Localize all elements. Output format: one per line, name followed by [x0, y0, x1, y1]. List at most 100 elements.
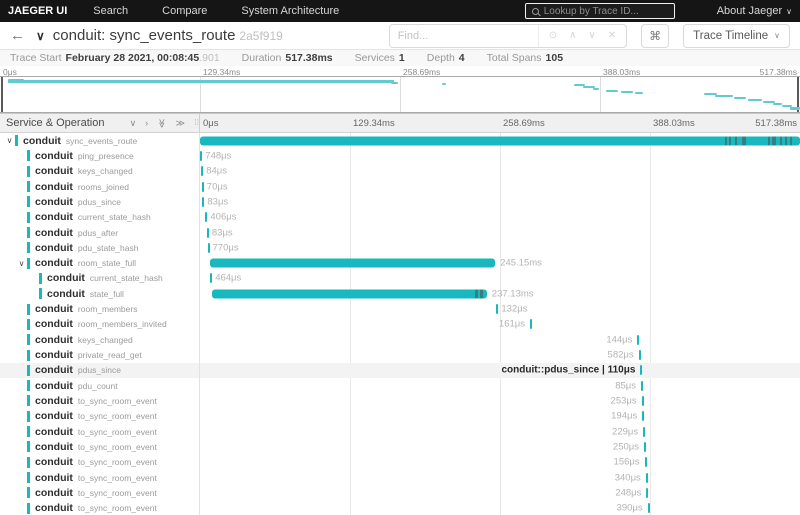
trace-minimap[interactable]: [0, 76, 800, 113]
span-timeline-cell[interactable]: 770μs: [200, 240, 800, 255]
span-name-cell[interactable]: ∨ conduit to_sync_room_event: [0, 500, 200, 515]
minimap-left-scrub-handle[interactable]: [1, 77, 3, 112]
span-timeline-cell[interactable]: 156μs: [200, 455, 800, 470]
span-bar[interactable]: [637, 334, 640, 345]
span-expander-chevron-icon[interactable]: ∨: [4, 136, 15, 145]
span-name-cell[interactable]: ∨ conduit to_sync_room_event: [0, 423, 200, 440]
span-timeline-cell[interactable]: conduit::pdus_since | 110μs: [200, 363, 800, 378]
nav-item-compare[interactable]: Compare: [162, 5, 207, 17]
span-bar[interactable]: [212, 289, 487, 299]
span-name-cell[interactable]: ∨ conduit pdus_since: [0, 194, 200, 210]
span-timeline-cell[interactable]: 84μs: [200, 164, 800, 179]
trace-id-search[interactable]: [524, 3, 675, 19]
span-bar[interactable]: [646, 487, 649, 498]
span-bar[interactable]: [643, 426, 646, 437]
trace-view-selector[interactable]: Trace Timeline ∨: [683, 23, 790, 48]
span-row[interactable]: ∨ conduit pdu_state_hash 770μs: [0, 240, 800, 256]
column-resize-grip[interactable]: ⁞⁞: [195, 118, 199, 127]
chevron-down-icon[interactable]: ∨: [588, 30, 595, 41]
span-bar[interactable]: [638, 350, 641, 361]
span-name-cell[interactable]: ∨ conduit room_members: [0, 301, 200, 317]
span-row[interactable]: ∨ conduit room_state_full 245.15ms: [0, 255, 800, 271]
span-name-cell[interactable]: ∨ conduit pdu_count: [0, 378, 200, 394]
span-name-cell[interactable]: ∨ conduit to_sync_room_event: [0, 408, 200, 424]
span-row[interactable]: ∨ conduit pdus_after 83μs: [0, 224, 800, 241]
span-timeline-cell[interactable]: 250μs: [200, 439, 800, 454]
span-name-cell[interactable]: ∨ conduit to_sync_room_event: [0, 485, 200, 501]
span-row[interactable]: ∨ conduit sync_events_route: [0, 133, 800, 149]
span-bar[interactable]: [645, 472, 648, 483]
span-row[interactable]: ∨ conduit room_members 132μs: [0, 301, 800, 317]
span-timeline-cell[interactable]: 748μs: [200, 148, 800, 163]
span-bar[interactable]: [206, 227, 209, 238]
span-bar[interactable]: [202, 196, 205, 207]
span-name-cell[interactable]: ∨ conduit pdus_after: [0, 224, 200, 241]
span-timeline-cell[interactable]: 83μs: [200, 194, 800, 209]
about-jaeger-menu[interactable]: About Jaeger ∨: [717, 5, 792, 17]
expand-one-icon[interactable]: ›: [145, 118, 148, 128]
span-bar[interactable]: [200, 136, 800, 146]
span-name-cell[interactable]: ∨ conduit to_sync_room_event: [0, 393, 200, 409]
span-bar[interactable]: [530, 319, 532, 330]
span-row[interactable]: ∨ conduit private_read_get 582μs: [0, 347, 800, 363]
span-name-cell[interactable]: ∨ conduit state_full: [0, 286, 200, 302]
span-row[interactable]: ∨ conduit to_sync_room_event 390μs: [0, 500, 800, 515]
span-name-cell[interactable]: ∨ conduit keys_changed: [0, 332, 200, 348]
span-row[interactable]: ∨ conduit to_sync_room_event 253μs: [0, 393, 800, 409]
span-timeline-cell[interactable]: 237.13ms: [200, 286, 800, 301]
span-name-cell[interactable]: ∨ conduit pdu_state_hash: [0, 240, 200, 256]
span-row[interactable]: ∨ conduit to_sync_room_event 229μs: [0, 423, 800, 440]
span-timeline-cell[interactable]: 464μs: [200, 271, 800, 286]
span-timeline-cell[interactable]: 85μs: [200, 378, 800, 393]
span-bar[interactable]: [642, 411, 645, 422]
span-name-cell[interactable]: ∨ conduit current_state_hash: [0, 270, 200, 287]
span-row[interactable]: ∨ conduit to_sync_room_event 248μs: [0, 485, 800, 501]
span-expander-chevron-icon[interactable]: ∨: [16, 259, 27, 268]
span-timeline-cell[interactable]: 132μs: [200, 301, 800, 316]
span-row[interactable]: ∨ conduit pdus_since 83μs: [0, 194, 800, 210]
span-row[interactable]: ∨ conduit to_sync_room_event 340μs: [0, 469, 800, 486]
span-row[interactable]: ∨ conduit keys_changed 84μs: [0, 163, 800, 179]
span-bar[interactable]: [205, 212, 208, 223]
span-row[interactable]: ∨ conduit keys_changed 144μs: [0, 332, 800, 348]
span-timeline-cell[interactable]: 582μs: [200, 347, 800, 362]
span-row[interactable]: ∨ conduit to_sync_room_event 156μs: [0, 454, 800, 470]
span-bar[interactable]: [201, 166, 204, 177]
span-name-cell[interactable]: ∨ conduit current_state_hash: [0, 209, 200, 225]
span-name-cell[interactable]: ∨ conduit private_read_get: [0, 347, 200, 363]
span-row[interactable]: ∨ conduit pdu_count 85μs: [0, 378, 800, 394]
span-name-cell[interactable]: ∨ conduit pdus_since: [0, 362, 200, 378]
span-row[interactable]: ∨ conduit state_full 237.13ms: [0, 286, 800, 302]
app-brand[interactable]: JAEGER UI: [8, 5, 67, 17]
span-timeline-cell[interactable]: 83μs: [200, 225, 800, 240]
match-target-icon[interactable]: ⊙: [549, 30, 557, 41]
span-row[interactable]: ∨ conduit to_sync_room_event 250μs: [0, 439, 800, 455]
span-bar[interactable]: [644, 457, 647, 468]
chevron-up-icon[interactable]: ∧: [569, 30, 576, 41]
collapse-trace-chevron-icon[interactable]: ∨: [36, 29, 45, 43]
span-row[interactable]: ∨ conduit to_sync_room_event 194μs: [0, 408, 800, 424]
nav-item-search[interactable]: Search: [93, 5, 128, 17]
span-row[interactable]: ∨ conduit pdus_since conduit::pdus_since…: [0, 362, 800, 378]
span-timeline-cell[interactable]: 144μs: [200, 332, 800, 347]
span-name-cell[interactable]: ∨ conduit to_sync_room_event: [0, 469, 200, 486]
span-row[interactable]: ∨ conduit ping_presence 748μs: [0, 148, 800, 164]
span-bar[interactable]: [200, 150, 203, 161]
back-arrow-icon[interactable]: ←: [10, 27, 28, 44]
span-row[interactable]: ∨ conduit room_members_invited 161μs: [0, 316, 800, 333]
span-timeline-cell[interactable]: 248μs: [200, 485, 800, 500]
span-bar[interactable]: [210, 273, 213, 284]
find-input[interactable]: [389, 24, 538, 47]
span-timeline-cell[interactable]: 161μs: [200, 317, 800, 332]
span-timeline-cell[interactable]: 245.15ms: [200, 256, 800, 271]
collapse-deep-icon[interactable]: ≫: [156, 118, 167, 127]
clear-icon[interactable]: ✕: [608, 30, 616, 41]
span-timeline-cell[interactable]: 390μs: [200, 501, 800, 515]
span-timeline-cell[interactable]: 70μs: [200, 179, 800, 194]
span-bar[interactable]: [641, 380, 643, 391]
span-bar[interactable]: [644, 441, 646, 452]
span-timeline-cell[interactable]: [200, 133, 800, 148]
span-bar[interactable]: [496, 304, 499, 315]
nav-item-system-architecture[interactable]: System Architecture: [241, 5, 339, 17]
span-timeline-cell[interactable]: 229μs: [200, 424, 800, 439]
